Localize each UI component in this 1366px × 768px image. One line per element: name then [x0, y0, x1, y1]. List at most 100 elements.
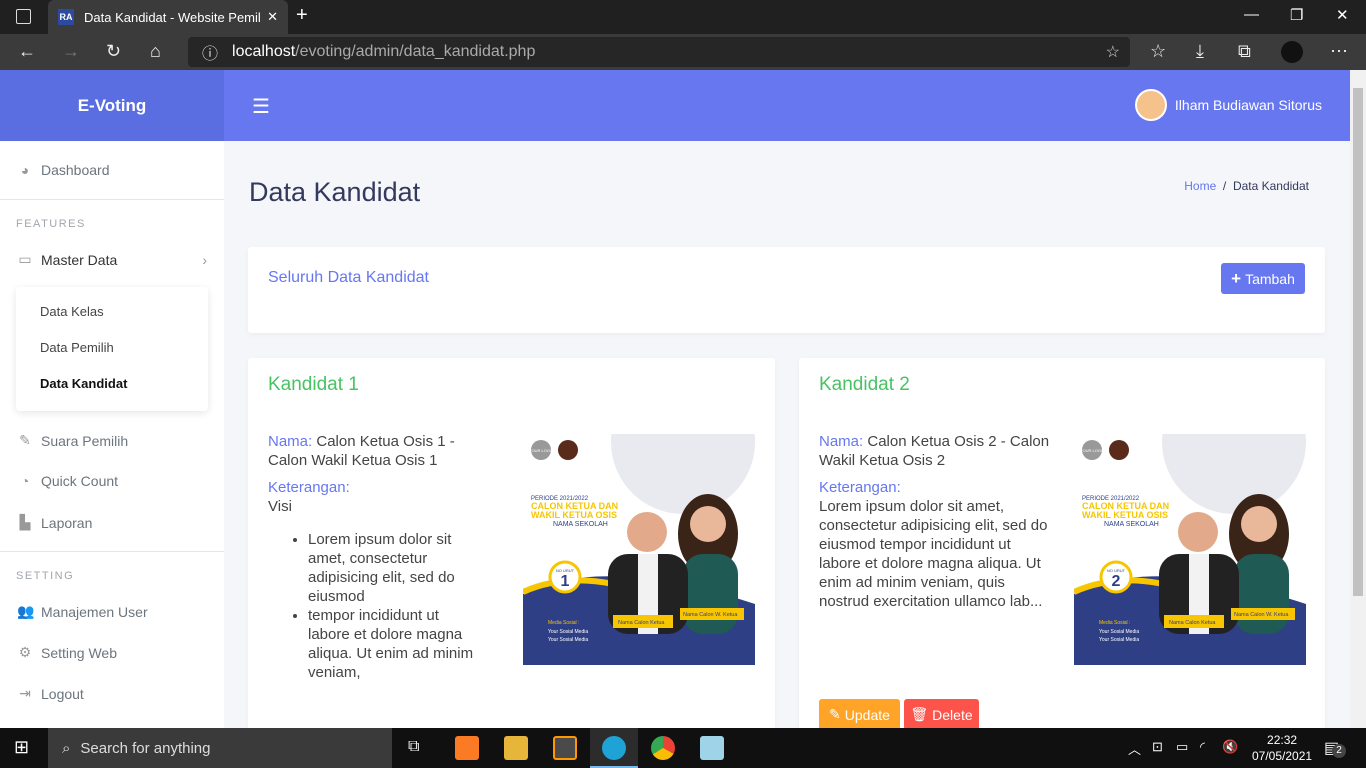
- battery-icon[interactable]: ▭: [1176, 739, 1188, 755]
- sidebar-item-quick-count[interactable]: ◔ Quick Count: [17, 473, 118, 489]
- add-button[interactable]: + Tambah: [1221, 263, 1305, 294]
- xampp-icon[interactable]: [455, 736, 479, 760]
- master-data-submenu: Data Kelas Data Pemilih Data Kandidat: [16, 287, 208, 411]
- candidate-card: Kandidat 2 Nama: Calon Ketua Osis 2 - Ca…: [799, 358, 1325, 738]
- meet-icon[interactable]: ⊡: [1152, 739, 1163, 755]
- browser-tab[interactable]: RA Data Kandidat - Website Pemilihan ✕: [48, 0, 288, 34]
- sidebar-item-dashboard[interactable]: ◕ Dashboard: [17, 162, 110, 178]
- candidate-poster: YOUR LOGO PERIODE 2021/2022 CALON KETUA …: [1072, 370, 1306, 665]
- sidebar-item-suara[interactable]: ✎ Suara Pemilih: [17, 432, 128, 449]
- dashboard-icon: ◕: [20, 162, 30, 178]
- brand-logo[interactable]: E-Voting: [0, 70, 224, 141]
- list-item: Lorem ipsum dolor sit amet, consectetur …: [308, 530, 478, 606]
- submenu-data-kelas[interactable]: Data Kelas: [40, 304, 104, 319]
- profile-icon[interactable]: [1281, 41, 1303, 63]
- url-path: /evoting/admin/data_kandidat.php: [295, 43, 536, 60]
- poster-image: YOUR LOGO PERIODE 2021/2022 CALON KETUA …: [521, 370, 755, 665]
- sidebar-item-setting-web[interactable]: ⚙ Setting Web: [17, 644, 117, 661]
- label: Quick Count: [41, 473, 119, 489]
- maximize-icon[interactable]: ❐: [1290, 6, 1303, 24]
- svg-text:NAMA SEKOLAH: NAMA SEKOLAH: [553, 521, 608, 528]
- taskbar-search[interactable]: ⌕ Search for anything: [48, 728, 392, 768]
- hamburger-menu-icon[interactable]: ☰: [252, 94, 270, 119]
- logout-icon: ⇥: [19, 685, 31, 701]
- svg-text:2: 2: [1112, 573, 1121, 590]
- label: Manajemen User: [41, 603, 148, 620]
- scrollbar-thumb[interactable]: [1353, 88, 1363, 596]
- app-icon[interactable]: [700, 736, 724, 760]
- sublime-text-icon[interactable]: [553, 736, 577, 760]
- volume-muted-icon[interactable]: 🔇: [1222, 739, 1238, 755]
- main-content: Data Kandidat Home / Data Kandidat Selur…: [224, 141, 1350, 738]
- pencil-icon: ✎: [829, 706, 841, 722]
- clock[interactable]: 22:32 07/05/2021: [1252, 732, 1312, 764]
- close-window-icon[interactable]: ✕: [1336, 6, 1349, 24]
- svg-text:Nama Calon Ketua: Nama Calon Ketua: [1169, 620, 1216, 626]
- chrome-icon[interactable]: [651, 736, 675, 760]
- svg-text:Your Sosial Media: Your Sosial Media: [548, 637, 588, 643]
- poster-image: YOUR LOGO PERIODE 2021/2022 CALON KETUA …: [1072, 370, 1306, 665]
- label: Master Data: [41, 251, 118, 268]
- search-placeholder: Search for anything: [80, 739, 211, 757]
- sidebar-item-master-data[interactable]: ▭ Master Data ›: [17, 251, 207, 268]
- top-navbar: ☰ Ilham Budiawan Sitorus: [224, 70, 1350, 141]
- refresh-icon[interactable]: ↻: [106, 41, 121, 62]
- tab-actions-icon[interactable]: [16, 9, 31, 24]
- svg-text:NAMA SEKOLAH: NAMA SEKOLAH: [1104, 521, 1159, 528]
- candidate-title: Kandidat 1: [268, 374, 359, 395]
- info-icon[interactable]: ⓘ: [202, 40, 218, 64]
- sidebar-item-laporan[interactable]: ▙ Laporan: [17, 514, 93, 531]
- scrollbar[interactable]: [1350, 70, 1366, 728]
- time: 22:32: [1267, 733, 1298, 747]
- browser-tab-bar: RA Data Kandidat - Website Pemilihan ✕ +…: [0, 0, 1366, 34]
- add-favorite-icon[interactable]: ☆: [1106, 42, 1120, 62]
- candidate-details: Nama: Calon Ketua Osis 1 - Calon Wakil K…: [268, 432, 478, 682]
- file-explorer-icon[interactable]: [504, 736, 528, 760]
- windows-start-icon[interactable]: ⊞: [14, 737, 29, 758]
- minimize-icon[interactable]: —: [1244, 6, 1259, 23]
- cogs-icon: ⚙: [18, 644, 32, 660]
- url-input[interactable]: ⓘ localhost/evoting/admin/data_kandidat.…: [188, 37, 1130, 67]
- candidate-poster: YOUR LOGO PERIODE 2021/2022 CALON KETUA …: [521, 370, 755, 665]
- section-setting: SETTING: [16, 570, 75, 582]
- sidebar-item-logout[interactable]: ⇥ Logout: [17, 685, 84, 702]
- label: Laporan: [41, 514, 93, 531]
- candidate-details: Nama: Calon Ketua Osis 2 - Calon Wakil K…: [819, 432, 1054, 611]
- new-tab-icon[interactable]: +: [296, 4, 308, 27]
- more-icon[interactable]: ⋯: [1330, 41, 1348, 62]
- downloads-icon[interactable]: ⤓: [1196, 41, 1204, 62]
- avatar: [1134, 89, 1167, 121]
- submenu-data-pemilih[interactable]: Data Pemilih: [40, 340, 114, 355]
- favorites-icon[interactable]: ☆: [1150, 41, 1166, 62]
- tray-chevron-icon[interactable]: ︿: [1128, 739, 1141, 758]
- keterangan-text: Lorem ipsum dolor sit amet, consectetur …: [819, 498, 1048, 610]
- close-tab-icon[interactable]: ✕: [267, 9, 278, 25]
- collections-icon[interactable]: ⧉: [1238, 41, 1251, 62]
- pencil-icon: ✎: [19, 432, 31, 448]
- users-icon: 👥: [17, 603, 35, 619]
- user-menu[interactable]: Ilham Budiawan Sitorus: [1134, 89, 1322, 121]
- svg-text:1: 1: [561, 573, 570, 590]
- forward-icon[interactable]: →: [62, 41, 80, 62]
- breadcrumb: Home / Data Kandidat: [1184, 179, 1309, 193]
- back-icon[interactable]: ←: [18, 41, 36, 62]
- task-view-icon[interactable]: ⧉: [408, 738, 419, 756]
- notifications-button[interactable]: ▤2: [1324, 738, 1346, 758]
- section-features: FEATURES: [16, 218, 86, 230]
- tab-title: Data Kandidat - Website Pemilihan: [84, 9, 261, 25]
- home-icon[interactable]: ⌂: [150, 41, 161, 62]
- delete-button[interactable]: 🗑 Delete: [904, 699, 979, 730]
- svg-text:Nama Calon Ketua: Nama Calon Ketua: [618, 620, 665, 626]
- edge-taskbar-button[interactable]: [590, 728, 638, 768]
- edge-icon: [602, 736, 626, 760]
- update-button[interactable]: ✎ Update: [819, 699, 900, 730]
- submenu-data-kandidat[interactable]: Data Kandidat: [40, 376, 127, 391]
- sidebar-item-manajemen-user[interactable]: 👥 Manajemen User: [17, 603, 148, 620]
- keterangan-label: Keterangan:: [819, 479, 901, 496]
- candidate-title: Kandidat 2: [819, 374, 910, 395]
- breadcrumb-home[interactable]: Home: [1184, 179, 1216, 193]
- wifi-icon[interactable]: ◜: [1200, 739, 1205, 755]
- svg-text:YOUR LOGO: YOUR LOGO: [1080, 448, 1104, 453]
- page-title: Data Kandidat: [249, 177, 421, 207]
- svg-text:Media Sosial :: Media Sosial :: [548, 620, 579, 626]
